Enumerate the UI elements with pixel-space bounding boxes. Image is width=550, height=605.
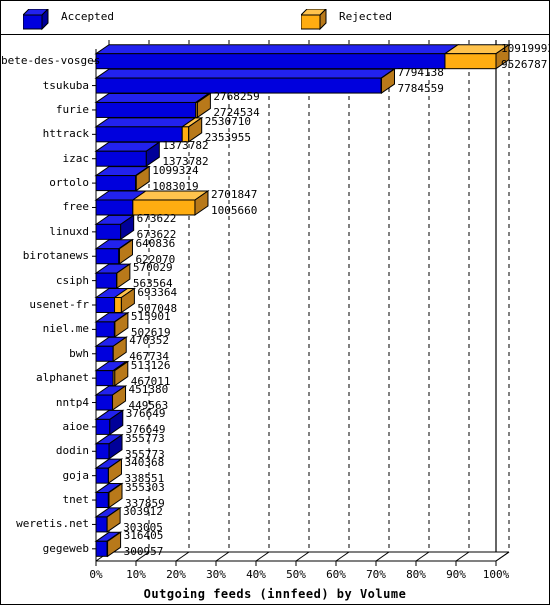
bar-group (94, 311, 130, 338)
y-axis-category-label: dodin (55, 444, 89, 458)
bar-group (94, 141, 161, 168)
bar-group (94, 360, 130, 387)
x-axis-tick-label: 60% (326, 568, 346, 581)
bar-value-total: 515901 (130, 309, 171, 323)
bar-value-total: 640836 (135, 236, 176, 250)
x-axis-tick-label: 0% (89, 568, 103, 581)
bar-group (94, 433, 124, 460)
y-axis-category-label: csiph (55, 273, 89, 287)
bar-value-total: 2701847 (210, 187, 258, 201)
bar-value-total: 303912 (123, 504, 163, 518)
y-axis-category-label: usenet-fr (29, 298, 89, 311)
y-axis-category-label: furie (55, 102, 89, 116)
x-axis-tick-label: 20% (166, 568, 186, 581)
bar-value-accepted: 1005660 (210, 203, 258, 217)
bar-value-total: 513126 (130, 358, 171, 372)
bar-group (94, 263, 132, 290)
bar-group (94, 214, 136, 241)
bar-value-accepted: 9526787 (501, 57, 548, 71)
y-axis-category-label: nntp4 (55, 395, 89, 409)
bar-group (94, 287, 136, 314)
bar-value-total: 470352 (129, 334, 169, 348)
bar-value-total: 2530710 (204, 114, 252, 128)
x-axis-tick-label: 40% (246, 568, 266, 581)
chart-page: Accepted Rejected bete-des-vosges 1091999… (0, 0, 550, 605)
x-axis-tick-label: 80% (406, 568, 426, 581)
bar-value-total: 355303 (125, 480, 165, 494)
y-axis-category-label: birotanews (22, 249, 89, 263)
x-axis-tick-label: 90% (446, 568, 466, 581)
bar-value-total: 451380 (128, 383, 169, 397)
y-axis-category-label: niel.me (42, 322, 89, 336)
y-axis-category-label: linuxd (49, 224, 89, 238)
bar-group (94, 531, 123, 558)
bar-value-total: 1373782 (162, 139, 209, 153)
bar-value-total: 1099324 (152, 163, 199, 177)
y-axis-category-label: bete-des-vosges (1, 54, 101, 68)
bar-value-total: 340368 (124, 456, 165, 470)
bar-value-total: 355773 (125, 431, 165, 445)
x-axis-tick-label: 10% (126, 568, 146, 581)
bar-value-accepted: 7784559 (397, 82, 444, 96)
y-axis-category-label: tsukuba (42, 78, 89, 92)
cube-icon-accepted (23, 9, 49, 31)
y-axis-category-label: tnet (62, 493, 90, 507)
y-axis-category-label: free (62, 200, 90, 214)
y-axis-category-label: izac (62, 151, 90, 165)
bar-group (94, 165, 151, 192)
y-axis-category-label: httrack (42, 127, 89, 141)
bar-value-total: 316405 (123, 529, 164, 543)
legend-label-rejected: Rejected (339, 10, 392, 23)
bar-value-accepted: 300957 (123, 545, 164, 559)
bar-value-total: 376649 (125, 407, 166, 421)
y-axis-category-label: weretis.net (16, 517, 89, 531)
bar-group (94, 506, 122, 533)
bar-group (94, 458, 124, 485)
x-axis-tick-label: 100% (482, 568, 510, 581)
bar-value-total: 7794138 (397, 66, 444, 80)
bar-group (94, 238, 135, 265)
bar-value-total: 570029 (132, 261, 173, 275)
x-axis-tick-label: 30% (206, 568, 226, 581)
bar-value-accepted: 1083019 (152, 179, 199, 193)
y-axis-category-label: gegeweb (42, 541, 89, 555)
bar-group (94, 409, 125, 436)
bar-value-total: 693364 (137, 285, 178, 299)
y-axis-category-label: aioe (62, 419, 90, 433)
y-axis-category-label: alphanet (36, 371, 89, 385)
legend-label-accepted: Accepted (61, 10, 114, 23)
bar-group (94, 336, 128, 363)
y-axis-category-label: bwh (69, 346, 89, 360)
bar-value-accepted: 2353955 (204, 130, 252, 144)
chart-plot-area: bete-des-vosges 10919993 9526787 tsukuba 779… (1, 35, 550, 604)
y-axis-category-label: goja (62, 468, 90, 482)
x-axis-tick-label: 70% (366, 568, 386, 581)
bar-value-total: 10919993 (501, 41, 550, 55)
cube-icon-rejected (301, 9, 327, 31)
bar-group (94, 482, 124, 509)
chart-legend: Accepted Rejected (1, 1, 549, 35)
bar-value-total: 2768259 (213, 90, 260, 104)
x-axis-tick-label: 50% (286, 568, 306, 581)
chart-x-axis-title: Outgoing feeds (innfeed) by Volume (143, 587, 407, 601)
bar-group (94, 92, 213, 119)
bar-group (94, 385, 128, 411)
y-axis-category-label: ortolo (49, 176, 89, 190)
bar-value-total: 673622 (136, 212, 177, 226)
bar-group (94, 43, 511, 70)
